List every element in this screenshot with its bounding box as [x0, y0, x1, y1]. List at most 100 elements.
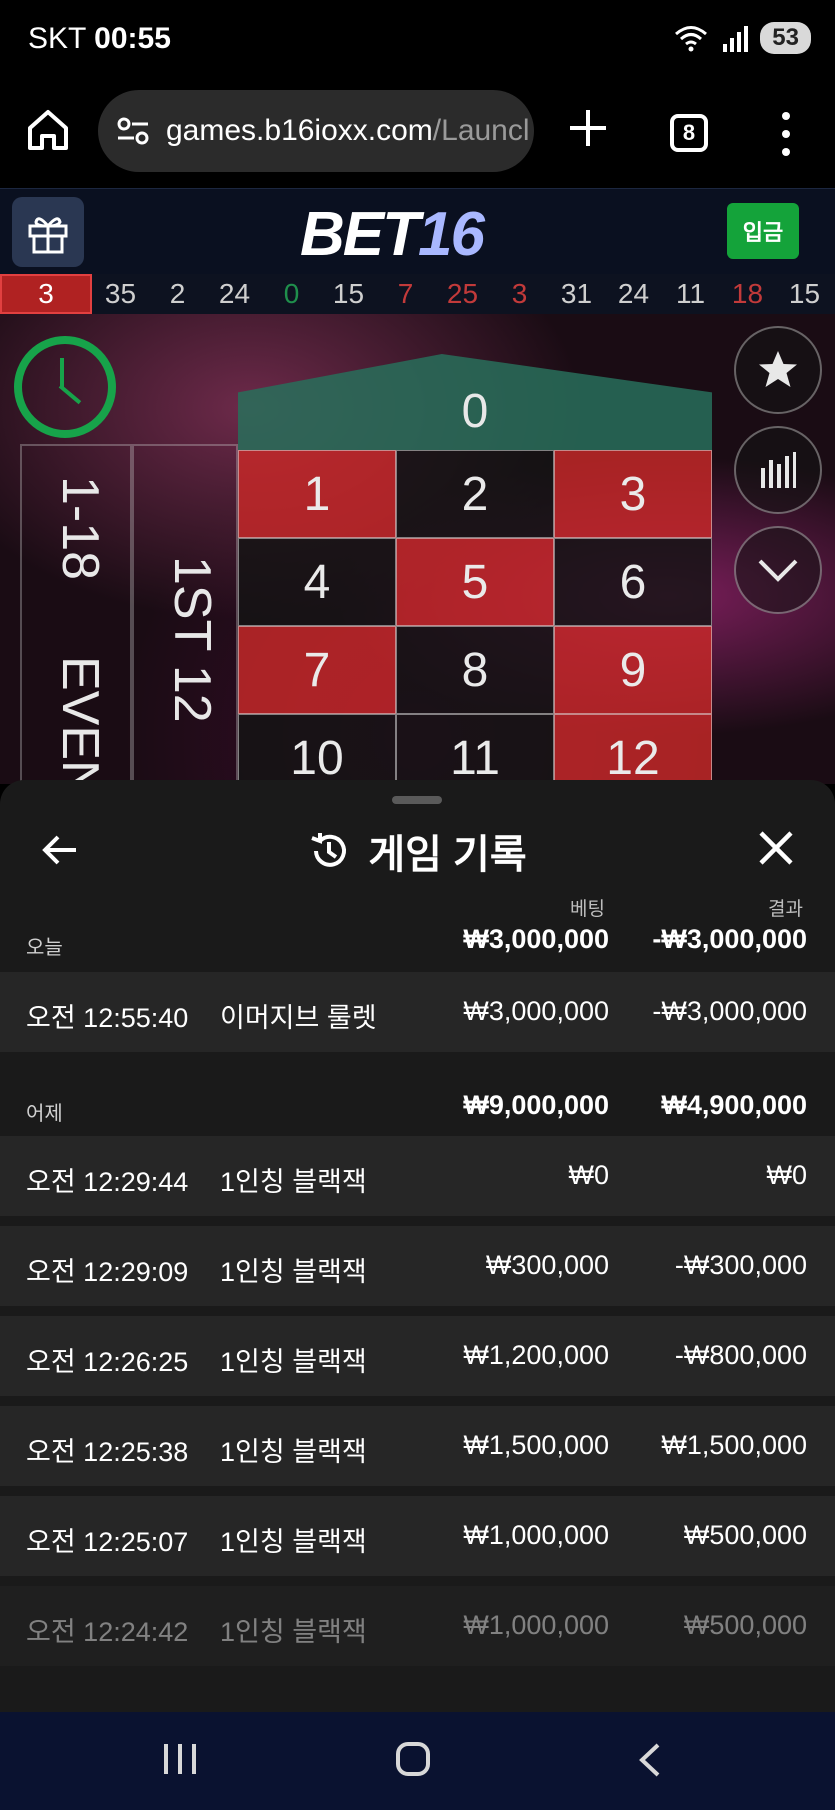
recent-number: 15	[788, 278, 821, 309]
logo-bet: BET	[300, 200, 420, 269]
bet-number-cell[interactable]: 11	[396, 714, 554, 784]
bet-number-cell[interactable]: 10	[238, 714, 396, 784]
bet-number-cell[interactable]: 2	[396, 450, 554, 538]
logo-num: 16	[418, 200, 485, 269]
day-summary-yesterday: 어제 ₩9,000,000 ₩4,900,000	[0, 1086, 835, 1126]
recent-number: 3	[0, 274, 92, 314]
gift-button[interactable]	[12, 197, 84, 267]
home-button[interactable]	[396, 1742, 430, 1776]
bet-number-cell[interactable]: 9	[554, 626, 712, 714]
day-result-total: -₩3,000,000	[652, 924, 807, 954]
game-header: BET16 입금	[0, 188, 835, 274]
row-bet-amount: ₩3,000,000	[463, 996, 609, 1026]
day-label: 어제	[26, 1103, 63, 1125]
carrier-label: SKT	[28, 22, 86, 55]
recent-apps-button[interactable]	[164, 1744, 196, 1774]
row-time: 오전 12:29:09	[26, 1257, 189, 1287]
row-bet-amount: ₩1,200,000	[463, 1340, 609, 1370]
gift-icon	[28, 217, 68, 254]
panel-title: 게임 기록	[0, 822, 835, 880]
row-result-amount: ₩1,500,000	[661, 1430, 807, 1460]
day-bet-total: ₩3,000,000	[463, 924, 609, 954]
recent-number: 15	[332, 278, 365, 309]
new-tab-button[interactable]	[566, 108, 610, 151]
system-icons: 53	[674, 22, 811, 54]
bet-number-cell[interactable]: 1	[238, 450, 396, 538]
row-result-amount: ₩500,000	[683, 1520, 807, 1550]
history-row[interactable]: 오전 12:25:07 1인칭 블랙잭 ₩1,000,000 ₩500,000	[0, 1496, 835, 1576]
row-game-name: 1인칭 블랙잭	[220, 1527, 367, 1557]
row-result-amount: -₩800,000	[674, 1340, 807, 1370]
column-header-result: 결과	[768, 899, 803, 920]
row-result-amount: -₩300,000	[674, 1250, 807, 1280]
history-row[interactable]: 오전 12:26:25 1인칭 블랙잭 ₩1,200,000 -₩800,000	[0, 1316, 835, 1396]
bet-number-cell[interactable]: 7	[238, 626, 396, 714]
address-bar[interactable]: games.b16ioxx.com/Launcl	[98, 90, 534, 172]
row-game-name: 이머지브 룰렛	[220, 1003, 377, 1033]
row-bet-amount: ₩1,000,000	[463, 1610, 609, 1640]
recent-number: 25	[446, 278, 479, 309]
row-result-amount: ₩500,000	[683, 1610, 807, 1640]
day-summary-today: 오늘 ₩3,000,000 -₩3,000,000	[0, 920, 835, 960]
game-history-panel: 게임 기록 베팅 결과 오늘 ₩3,000,000 -₩3,000,000 어제…	[0, 780, 835, 1712]
bet-1-18-label: 1-18	[51, 476, 109, 581]
url-text: games.b16ioxx.com/Launcl	[166, 114, 530, 148]
recent-number: 0	[283, 278, 300, 309]
browser-toolbar: games.b16ioxx.com/Launcl 8	[0, 80, 835, 188]
row-time: 오전 12:26:25	[26, 1347, 189, 1377]
status-carrier-time: SKT 00:55	[28, 22, 171, 56]
chevron-down-icon	[758, 559, 798, 582]
bet-number-cell[interactable]: 12	[554, 714, 712, 784]
collapse-button[interactable]	[734, 526, 822, 614]
recent-number: 11	[675, 278, 706, 309]
history-icon	[311, 833, 347, 867]
bet-number-cell[interactable]: 6	[554, 538, 712, 626]
row-game-name: 1인칭 블랙잭	[220, 1167, 367, 1197]
bet-low-even-column[interactable]: 1-18 EVEN	[20, 444, 132, 784]
brand-logo: BET16	[300, 199, 485, 270]
row-game-name: 1인칭 블랙잭	[220, 1617, 367, 1647]
row-time: 오전 12:25:07	[26, 1527, 189, 1557]
bet-dozen-column[interactable]: 1ST 12	[132, 444, 238, 784]
bet-number-cell[interactable]: 4	[238, 538, 396, 626]
status-bar: SKT 00:55 53	[0, 0, 835, 80]
drag-handle[interactable]	[392, 796, 442, 804]
bet-number-cell[interactable]: 3	[554, 450, 712, 538]
history-row[interactable]: 오전 12:24:42 1인칭 블랙잭 ₩1,000,000 ₩500,000	[0, 1586, 835, 1666]
favorites-button[interactable]	[734, 326, 822, 414]
recent-number: 18	[731, 278, 764, 309]
history-row[interactable]: 오전 12:29:44 1인칭 블랙잭 ₩0 ₩0	[0, 1136, 835, 1216]
bet-even-label: EVEN	[51, 656, 109, 784]
day-bet-total: ₩9,000,000	[463, 1090, 609, 1120]
row-game-name: 1인칭 블랙잭	[220, 1437, 367, 1467]
site-settings-icon[interactable]	[116, 116, 150, 146]
history-row[interactable]: 오전 12:55:40 이머지브 룰렛 ₩3,000,000 -₩3,000,000	[0, 972, 835, 1052]
bet-number-cell[interactable]: 8	[396, 626, 554, 714]
signal-icon	[723, 26, 749, 52]
row-bet-amount: ₩1,000,000	[463, 1520, 609, 1550]
url-path: /Launcl	[432, 114, 530, 147]
bet-number-cell[interactable]: 5	[396, 538, 554, 626]
bet-1st-12-label: 1ST 12	[163, 556, 221, 723]
timer-icon	[14, 336, 116, 438]
close-icon[interactable]	[756, 828, 796, 868]
clock: 00:55	[94, 22, 171, 55]
back-chevron-icon[interactable]	[634, 1742, 664, 1778]
recent-number: 24	[617, 278, 650, 309]
bet-zero[interactable]: 0	[238, 354, 712, 450]
recent-number: 7	[397, 278, 414, 309]
row-bet-amount: ₩300,000	[485, 1250, 609, 1280]
history-row[interactable]: 오전 12:25:38 1인칭 블랙잭 ₩1,500,000 ₩1,500,000	[0, 1406, 835, 1486]
tab-switcher-button[interactable]: 8	[670, 114, 708, 152]
row-time: 오전 12:55:40	[26, 1003, 189, 1033]
home-icon[interactable]	[26, 108, 70, 152]
column-header-bet: 베팅	[570, 899, 605, 920]
recent-number: 35	[104, 278, 137, 309]
recent-number: 24	[218, 278, 251, 309]
more-menu-icon[interactable]	[776, 112, 796, 156]
battery-indicator: 53	[760, 22, 811, 54]
statistics-button[interactable]	[734, 426, 822, 514]
star-icon	[759, 351, 797, 387]
deposit-button[interactable]: 입금	[727, 203, 799, 259]
history-row[interactable]: 오전 12:29:09 1인칭 블랙잭 ₩300,000 -₩300,000	[0, 1226, 835, 1306]
